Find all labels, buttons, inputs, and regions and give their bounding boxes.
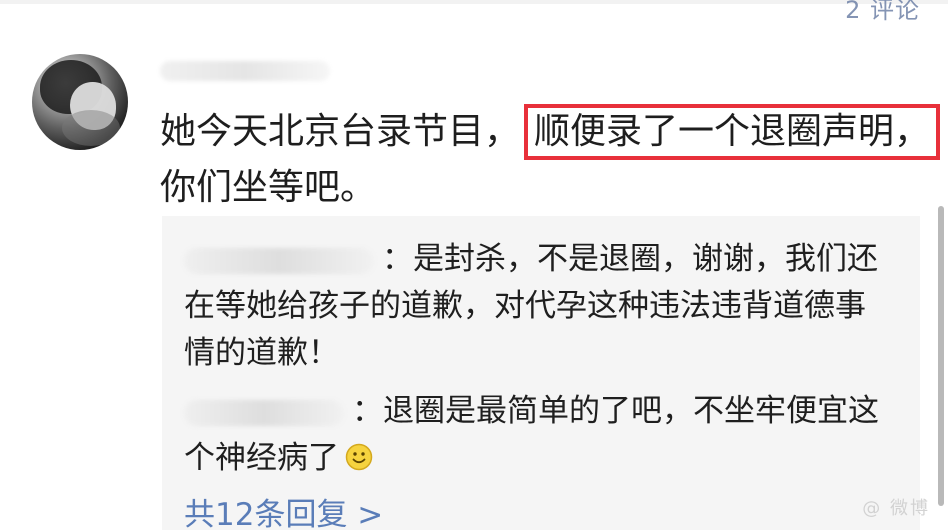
highlight-box: 顺便录了一个退圈声明，	[524, 104, 941, 160]
top-cut-text: 2 评论	[845, 0, 920, 24]
smile-svg	[345, 443, 373, 471]
post-line-1-text: 她今天北京台录节目，	[160, 111, 521, 152]
avatar-icon[interactable]	[32, 54, 128, 150]
reply-username-1[interactable]	[184, 247, 374, 274]
post-line-2: 你们坐等吧。	[160, 167, 377, 208]
reply-box: ：是封杀，不是退圈，谢谢，我们还在等她给孩子的道歉，对代孕这种违法违背道德事情的…	[162, 216, 920, 530]
reply-item-1: ：是封杀，不是退圈，谢谢，我们还在等她给孩子的道歉，对代孕这种违法违背道德事情的…	[184, 236, 896, 377]
highlight-text: 顺便录了一个退圈声明，	[534, 111, 931, 152]
more-replies-link[interactable]: 共12条回复 >	[184, 495, 383, 530]
watermark: @ 微博	[862, 498, 930, 519]
top-strip	[0, 0, 948, 4]
post-text: 她今天北京台录节目， 顺便录了一个退圈声明， 你们坐等吧。	[160, 104, 941, 216]
reply-item-2: ：退圈是最简单的了吧，不坐牢便宜这个神经病了	[184, 388, 896, 482]
post-line-1: 她今天北京台录节目， 顺便录了一个退圈声明，	[160, 104, 941, 160]
reply-username-2[interactable]	[184, 399, 344, 426]
smile-icon	[345, 438, 373, 471]
blurred-username[interactable]	[160, 61, 330, 81]
scrollbar[interactable]	[938, 206, 944, 506]
comment-screen: 2 评论 她今天北京台录节目， 顺便录了一个退圈声明， 你们坐等吧。 ：是封杀，不…	[0, 0, 948, 530]
avatar-shadow	[62, 110, 120, 146]
